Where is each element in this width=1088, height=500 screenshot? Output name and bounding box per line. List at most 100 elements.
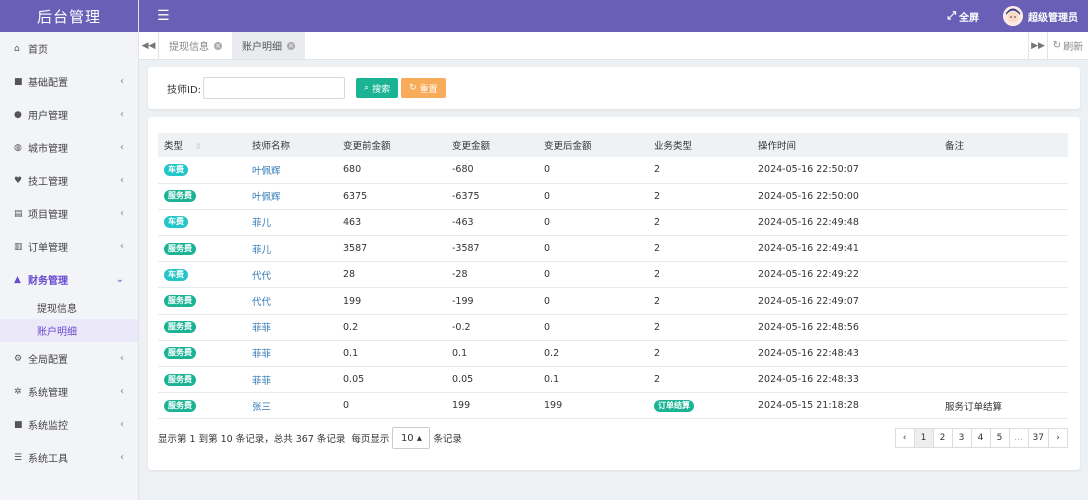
table-panel: 类型 ⇕ 技师名称 变更前金额 变更金额 变更后金额 业务类型 操作时间 备注 车费 叶佩辉 680… xyxy=(148,117,1080,470)
sidebar-item-label: 系统工具 xyxy=(28,454,68,465)
technician-id-input[interactable] xyxy=(203,77,346,99)
tab-0[interactable]: 提现信息 × xyxy=(159,32,232,59)
tab-1[interactable]: 账户明细 × xyxy=(232,32,305,59)
type-badge: 服务费 xyxy=(164,347,196,360)
sidebar-item-label: 首页 xyxy=(28,45,48,56)
search-button[interactable]: ⌕ 搜索 xyxy=(356,78,399,98)
sidebar: 后台管理 ⌂ 首页 ■ 基础配置 ‹ ● 用户管理 ‹ ◍ 城市管理 ‹ ♥ 技工管理 ‹ ▤ 项目管理 ‹ ▥ 订… xyxy=(0,0,139,500)
column-header: 变更后金额 xyxy=(544,141,592,152)
after-amount: 0 xyxy=(544,321,551,333)
reset-button[interactable]: ↻ 重置 xyxy=(401,78,446,98)
change-amount: -3587 xyxy=(452,243,480,255)
avatar-icon xyxy=(1003,6,1023,26)
sidebar-item-6-sidebar.items[interactable]: ▥ 订单管理 ‹ xyxy=(0,230,138,263)
page-4[interactable]: 4 xyxy=(970,428,991,448)
page-3[interactable]: 3 xyxy=(951,428,972,448)
page-5[interactable]: 5 xyxy=(989,428,1010,448)
sidebar-item-0-sidebar.items[interactable]: ⌂ 首页 xyxy=(0,32,138,65)
table-header-row: 类型 ⇕ 技师名称 变更前金额 变更金额 变更后金额 业务类型 操作时间 备注 xyxy=(158,133,1068,157)
operation-time: 2024-05-15 21:18:28 xyxy=(758,400,859,412)
before-amount: 463 xyxy=(343,216,362,228)
page-7[interactable]: 37 xyxy=(1027,428,1049,448)
avatar xyxy=(1003,6,1023,26)
cogs-icon: ⚙ xyxy=(14,353,23,364)
sidebar-subitem-1[interactable]: 账户明细 xyxy=(0,319,138,342)
technician-name-link[interactable]: 菲菲 xyxy=(246,367,337,393)
table-body: 车费 叶佩辉 680 -680 0 2 2024-05-16 22:50:07 服务费 叶佩辉 6… xyxy=(158,157,1068,419)
technician-name-link[interactable]: 菲菲 xyxy=(246,314,337,340)
user-menu[interactable]: 超级管理员 xyxy=(1003,6,1078,26)
refresh-button[interactable]: ↻ 刷新 xyxy=(1048,32,1088,59)
technician-name-link[interactable]: 菲儿 xyxy=(246,209,337,235)
sidebar-item-2-sidebar.items_after[interactable]: ■ 系统监控 ‹ xyxy=(0,408,138,441)
table-row: 车费 代代 28 -28 0 2 2024-05-16 22:49:22 xyxy=(158,262,1068,288)
change-amount: -0.2 xyxy=(452,321,471,333)
technician-name-link[interactable]: 菲儿 xyxy=(246,236,337,262)
page-8[interactable]: › xyxy=(1048,428,1068,448)
page-2[interactable]: 2 xyxy=(932,428,953,448)
tabs-scroll-left-icon[interactable]: ◀◀ xyxy=(139,32,159,59)
before-amount: 28 xyxy=(343,269,356,281)
page-1[interactable]: 1 xyxy=(913,428,934,448)
business-type: 2 xyxy=(654,216,661,228)
sidebar-item-label: 城市管理 xyxy=(28,144,68,155)
operation-time: 2024-05-16 22:49:07 xyxy=(758,295,859,307)
business-type: 2 xyxy=(654,374,661,386)
technician-name-link[interactable]: 叶佩辉 xyxy=(246,157,337,183)
operation-time: 2024-05-16 22:50:00 xyxy=(758,190,859,202)
chevron-down-icon: ⌄ xyxy=(115,274,124,285)
table-row: 服务费 菲菲 0.1 0.1 0.2 2 2024-05-16 22:48:43 xyxy=(158,340,1068,367)
business-type: 2 xyxy=(654,269,661,281)
operation-time: 2024-05-16 22:49:22 xyxy=(758,269,859,281)
sidebar-subitem-0[interactable]: 提现信息 xyxy=(0,296,138,319)
column-header[interactable]: 类型 ⇕ xyxy=(158,133,246,157)
type-cell: 服务费 xyxy=(158,236,246,262)
page-0[interactable]: ‹ xyxy=(894,428,915,448)
sidebar-item-7-sidebar.items[interactable]: ▲ 财务管理 ⌄ xyxy=(0,263,138,296)
sort-icon[interactable]: ⇕ xyxy=(195,142,202,151)
type-badge: 车费 xyxy=(164,216,188,229)
technician-name-link[interactable]: 代代 xyxy=(246,262,337,288)
table-row: 服务费 代代 199 -199 0 2 2024-05-16 22:49:07 xyxy=(158,288,1068,315)
technician-name-link[interactable]: 张三 xyxy=(246,393,337,419)
bars-icon: ☰ xyxy=(14,452,23,463)
sidebar-item-2-sidebar.items[interactable]: ● 用户管理 ‹ xyxy=(0,98,138,131)
technician-name-link[interactable]: 代代 xyxy=(246,288,337,314)
before-amount: 6375 xyxy=(343,190,368,202)
sidebar-item-label: 系统管理 xyxy=(28,388,68,399)
sidebar-item-1-sidebar.items_after[interactable]: ✲ 系统管理 ‹ xyxy=(0,375,138,408)
tabs-list: 提现信息 × 账户明细 × xyxy=(159,32,305,59)
close-icon[interactable]: × xyxy=(214,41,222,50)
table-row: 服务费 菲菲 0.05 0.05 0.1 2 2024-05-16 22:48:33 xyxy=(158,367,1068,393)
sidebar-item-1-sidebar.items[interactable]: ■ 基础配置 ‹ xyxy=(0,65,138,98)
fullscreen-button[interactable]: ⤢ 全屏 xyxy=(947,9,979,24)
technician-name-link[interactable]: 叶佩辉 xyxy=(246,183,337,209)
menu-toggle-icon[interactable]: ☰ xyxy=(157,8,170,24)
close-icon[interactable]: × xyxy=(287,41,295,50)
sidebar-item-3-sidebar.items_after[interactable]: ☰ 系统工具 ‹ xyxy=(0,441,138,474)
table-row: 服务费 张三 0 199 199 订单结算 2024-05-15 21:18:28 服务订单结… xyxy=(158,393,1068,419)
sidebar-nav-lower: ⚙ 全局配置 ‹ ✲ 系统管理 ‹ ■ 系统监控 ‹ ☰ 系统工具 ‹ xyxy=(0,342,138,474)
chevron-left-icon: ‹ xyxy=(120,76,124,87)
after-amount: 199 xyxy=(544,400,563,412)
technician-name-link[interactable]: 菲菲 xyxy=(246,340,337,366)
note xyxy=(939,340,1068,366)
table-row: 服务费 菲儿 3587 -3587 0 2 2024-05-16 22:49:41 xyxy=(158,236,1068,262)
page-size-select[interactable]: 10 ▴ xyxy=(392,427,431,449)
tabs-scroll-right-icon[interactable]: ▶▶ xyxy=(1028,32,1048,59)
before-amount: 680 xyxy=(343,164,362,176)
sidebar-item-3-sidebar.items[interactable]: ◍ 城市管理 ‹ xyxy=(0,131,138,164)
type-badge: 车费 xyxy=(164,163,188,176)
sidebar-item-5-sidebar.items[interactable]: ▤ 项目管理 ‹ xyxy=(0,197,138,230)
search-label: 技师ID: xyxy=(167,84,202,96)
sidebar-item-4-sidebar.items[interactable]: ♥ 技工管理 ‹ xyxy=(0,164,138,197)
business-type: 2 xyxy=(654,164,661,176)
table-footer: 显示第 1 到第 10 条记录，总共 367 条记录 每页显示 10 ▴ 条记录… xyxy=(158,426,1068,450)
before-amount: 199 xyxy=(343,295,362,307)
column-header: 变更金额 xyxy=(452,141,491,152)
note xyxy=(939,209,1068,235)
note xyxy=(939,288,1068,314)
sidebar-item-0-sidebar.items_after[interactable]: ⚙ 全局配置 ‹ xyxy=(0,342,138,375)
column-header: 变更前金额 xyxy=(343,141,391,152)
finance-submenu: 提现信息 账户明细 xyxy=(0,296,138,342)
